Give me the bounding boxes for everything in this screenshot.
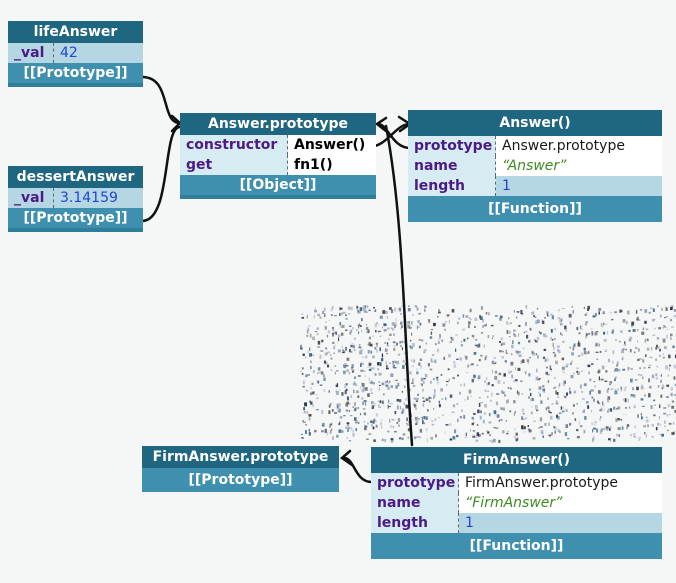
firmanswer-function-prototype-value: FirmAnswer.prototype xyxy=(459,473,662,493)
dessertanswer-title: dessertAnswer xyxy=(8,166,143,188)
answer-function-length-row: length 1 xyxy=(408,176,662,196)
answer-function-name-row: name “Answer” xyxy=(408,156,662,176)
lifeanswer-val-value: 42 xyxy=(60,45,78,61)
dessertanswer-val-row: _val 3.14159 xyxy=(8,188,143,208)
firmanswer-function-object[interactable]: FirmAnswer() prototype FirmAnswer.protot… xyxy=(371,447,662,559)
answer-function-prototype-value: Answer.prototype xyxy=(496,136,662,156)
lifeanswer-title: lifeAnswer xyxy=(8,21,143,43)
answer-prototype-get-key: get xyxy=(180,155,288,175)
firmanswer-function-length-key: length xyxy=(371,513,459,533)
firmanswer-function-name-row: name “FirmAnswer” xyxy=(371,493,662,513)
dessertanswer-val-key: _val xyxy=(8,188,54,208)
firmanswer-function-prototype-key: prototype xyxy=(371,473,459,493)
firmanswer-function-name-key: name xyxy=(371,493,459,513)
answer-prototype-get-value: fn1() xyxy=(288,155,376,175)
answer-prototype-constructor-row: constructor Answer() xyxy=(180,135,376,155)
lifeanswer-val-key: _val xyxy=(8,43,54,63)
dessertanswer-prototype-slot: [[Prototype]] xyxy=(8,208,143,228)
firmanswer-prototype-object[interactable]: FirmAnswer.prototype [[Prototype]] xyxy=(142,446,339,492)
answer-function-prototype-row: prototype Answer.prototype xyxy=(408,136,662,156)
answer-prototype-object[interactable]: Answer.prototype constructor Answer() ge… xyxy=(180,113,376,199)
firmanswer-function-length-value: 1 xyxy=(459,513,662,533)
lifeanswer-val-row: _val 42 xyxy=(8,43,143,63)
firmanswer-prototype-slot: [[Prototype]] xyxy=(142,468,339,492)
lifeanswer-prototype-slot: [[Prototype]] xyxy=(8,63,143,83)
connector-dessertanswer-to-answer-prototype xyxy=(140,125,182,223)
firmanswer-function-title: FirmAnswer() xyxy=(371,447,662,473)
answer-prototype-get-row: get fn1() xyxy=(180,155,376,175)
firmanswer-function-name-value: “FirmAnswer” xyxy=(459,493,662,513)
answer-function-length-value: 1 xyxy=(496,176,662,196)
firmanswer-prototype-title: FirmAnswer.prototype xyxy=(142,446,339,468)
dessertanswer-object[interactable]: dessertAnswer _val 3.14159 [[Prototype]] xyxy=(8,166,143,232)
answer-prototype-title: Answer.prototype xyxy=(180,113,376,135)
answer-prototype-constructor-value: Answer() xyxy=(288,135,376,155)
answer-prototype-constructor-key: constructor xyxy=(180,135,288,155)
dessertanswer-val-value: 3.14159 xyxy=(60,190,118,206)
answer-prototype-object-slot: [[Object]] xyxy=(180,175,376,195)
firmanswer-function-prototype-row: prototype FirmAnswer.prototype xyxy=(371,473,662,493)
answer-function-object[interactable]: Answer() prototype Answer.prototype name… xyxy=(408,110,662,222)
lifeanswer-object[interactable]: lifeAnswer _val 42 [[Prototype]] xyxy=(8,21,143,87)
firmanswer-function-length-row: length 1 xyxy=(371,513,662,533)
answer-function-function-slot: [[Function]] xyxy=(408,196,662,222)
answer-function-title: Answer() xyxy=(408,110,662,136)
answer-function-name-key: name xyxy=(408,156,496,176)
connector-lifeanswer-to-answer-prototype xyxy=(140,75,182,125)
firmanswer-function-function-slot: [[Function]] xyxy=(371,533,662,559)
answer-function-name-value: “Answer” xyxy=(496,156,662,176)
answer-function-length-key: length xyxy=(408,176,496,196)
answer-function-prototype-key: prototype xyxy=(408,136,496,156)
